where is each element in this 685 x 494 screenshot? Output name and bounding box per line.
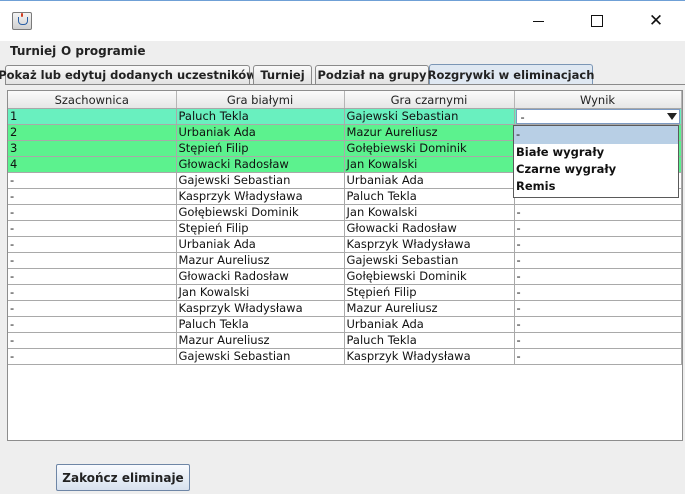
black-player-cell[interactable]: Kasprzyk Władysława xyxy=(344,236,515,253)
black-player-cell[interactable]: Paluch Tekla xyxy=(344,332,515,349)
table-row[interactable]: - Paluch Tekla Urbaniak Ada - xyxy=(8,316,682,333)
white-player-cell[interactable]: Paluch Tekla xyxy=(176,316,345,333)
white-player-cell[interactable]: Stępień Filip xyxy=(176,220,345,237)
board-cell[interactable]: - xyxy=(8,300,177,317)
table-row[interactable]: - Mazur Aureliusz Gajewski Sebastian - xyxy=(8,252,682,269)
java-app-icon xyxy=(12,12,32,30)
result-dropdown-list: - Białe wygrały Czarne wygrały Remis xyxy=(513,125,679,198)
column-header-result[interactable]: Wynik xyxy=(514,91,682,109)
white-player-cell[interactable]: Stępień Filip xyxy=(176,140,345,157)
board-cell[interactable]: - xyxy=(8,252,177,269)
board-cell[interactable]: - xyxy=(8,284,177,301)
menu-bar: Turniej O programie xyxy=(0,40,685,62)
result-cell[interactable]: - xyxy=(514,268,682,285)
table-row[interactable]: - Jan Kowalski Stępień Filip - xyxy=(8,284,682,301)
maximize-button[interactable] xyxy=(568,1,626,41)
board-cell[interactable]: 2 xyxy=(8,124,177,141)
table-row[interactable]: - Gajewski Sebastian Kasprzyk Władysława - xyxy=(8,348,682,365)
black-player-cell[interactable]: Paluch Tekla xyxy=(344,188,515,205)
result-cell[interactable]: - xyxy=(514,252,682,269)
result-option-draw[interactable]: Remis xyxy=(514,178,678,195)
tab-elimination-games[interactable]: Rozgrywki w eliminacjach xyxy=(428,64,594,85)
white-player-cell[interactable]: Gajewski Sebastian xyxy=(176,172,345,189)
column-header-white[interactable]: Gra białymi xyxy=(176,91,345,109)
black-player-cell[interactable]: Jan Kowalski xyxy=(344,204,515,221)
board-cell[interactable]: - xyxy=(8,316,177,333)
result-option-none[interactable]: - xyxy=(514,126,678,144)
close-icon: ✕ xyxy=(648,11,664,31)
table-row[interactable]: - Głowacki Radosław Gołębiewski Dominik - xyxy=(8,268,682,285)
black-player-cell[interactable]: Gajewski Sebastian xyxy=(344,108,515,125)
table-row[interactable]: - Kasprzyk Władysława Mazur Aureliusz - xyxy=(8,300,682,317)
black-player-cell[interactable]: Gołębiewski Dominik xyxy=(344,268,515,285)
close-button[interactable]: ✕ xyxy=(627,1,685,41)
result-cell[interactable]: - xyxy=(514,332,682,349)
result-cell[interactable]: - xyxy=(514,284,682,301)
result-combo-box[interactable]: - xyxy=(515,109,680,124)
board-cell[interactable]: 1 xyxy=(8,108,177,125)
board-cell[interactable]: 3 xyxy=(8,140,177,157)
board-cell[interactable]: - xyxy=(8,188,177,205)
board-cell[interactable]: - xyxy=(8,268,177,285)
board-cell[interactable]: 4 xyxy=(8,156,177,173)
result-cell[interactable]: - xyxy=(514,204,682,221)
table-row[interactable]: - Stępień Filip Głowacki Radosław - xyxy=(8,220,682,237)
black-player-cell[interactable]: Głowacki Radosław xyxy=(344,220,515,237)
white-player-cell[interactable]: Paluch Tekla xyxy=(176,108,345,125)
board-cell[interactable]: - xyxy=(8,236,177,253)
black-player-cell[interactable]: Urbaniak Ada xyxy=(344,316,515,333)
white-player-cell[interactable]: Mazur Aureliusz xyxy=(176,252,345,269)
board-cell[interactable]: - xyxy=(8,172,177,189)
board-cell[interactable]: - xyxy=(8,348,177,365)
white-player-cell[interactable]: Głowacki Radosław xyxy=(176,156,345,173)
chevron-down-icon[interactable] xyxy=(666,113,677,120)
table-row[interactable]: - Mazur Aureliusz Paluch Tekla - xyxy=(8,332,682,349)
minimize-icon xyxy=(532,20,544,22)
white-player-cell[interactable]: Gajewski Sebastian xyxy=(176,348,345,365)
white-player-cell[interactable]: Kasprzyk Władysława xyxy=(176,300,345,317)
minimize-button[interactable] xyxy=(509,1,567,41)
result-cell[interactable]: - xyxy=(514,220,682,237)
title-bar: ✕ xyxy=(0,0,685,41)
board-cell[interactable]: - xyxy=(8,332,177,349)
white-player-cell[interactable]: Głowacki Radosław xyxy=(176,268,345,285)
black-player-cell[interactable]: Mazur Aureliusz xyxy=(344,300,515,317)
black-player-cell[interactable]: Gołębiewski Dominik xyxy=(344,140,515,157)
white-player-cell[interactable]: Mazur Aureliusz xyxy=(176,332,345,349)
board-cell[interactable]: - xyxy=(8,204,177,221)
tab-panel-border xyxy=(5,84,685,85)
white-player-cell[interactable]: Kasprzyk Władysława xyxy=(176,188,345,205)
tab-groups[interactable]: Podział na grupy xyxy=(315,65,429,84)
black-player-cell[interactable]: Gajewski Sebastian xyxy=(344,252,515,269)
black-player-cell[interactable]: Jan Kowalski xyxy=(344,156,515,173)
black-player-cell[interactable]: Kasprzyk Władysława xyxy=(344,348,515,365)
black-player-cell[interactable]: Stępień Filip xyxy=(344,284,515,301)
white-player-cell[interactable]: Urbaniak Ada xyxy=(176,236,345,253)
finish-eliminations-button[interactable]: Zakończ eliminaje xyxy=(56,464,190,491)
result-cell[interactable]: - xyxy=(514,300,682,317)
white-player-cell[interactable]: Urbaniak Ada xyxy=(176,124,345,141)
result-cell[interactable]: - xyxy=(514,236,682,253)
column-header-black[interactable]: Gra czarnymi xyxy=(344,91,515,109)
black-player-cell[interactable]: Mazur Aureliusz xyxy=(344,124,515,141)
result-option-white-won[interactable]: Białe wygrały xyxy=(514,144,678,161)
table-row[interactable]: - Urbaniak Ada Kasprzyk Władysława - xyxy=(8,236,682,253)
result-cell[interactable]: - xyxy=(514,316,682,333)
column-header-board[interactable]: Szachownica xyxy=(8,91,177,109)
result-combo-value: - xyxy=(520,110,525,124)
tab-tournament[interactable]: Turniej xyxy=(253,65,312,84)
white-player-cell[interactable]: Jan Kowalski xyxy=(176,284,345,301)
menu-o-programie[interactable]: O programie xyxy=(61,44,146,58)
table-row[interactable]: 1 Paluch Tekla Gajewski Sebastian - xyxy=(8,108,682,125)
black-player-cell[interactable]: Urbaniak Ada xyxy=(344,172,515,189)
menu-turniej[interactable]: Turniej xyxy=(10,44,56,58)
result-option-black-won[interactable]: Czarne wygrały xyxy=(514,161,678,178)
maximize-icon xyxy=(591,15,603,27)
result-cell[interactable]: - xyxy=(514,108,682,125)
tab-participants[interactable]: Pokaż lub edytuj dodanych uczestników xyxy=(0,65,257,84)
result-cell[interactable]: - xyxy=(514,348,682,365)
table-row[interactable]: - Gołębiewski Dominik Jan Kowalski - xyxy=(8,204,682,221)
white-player-cell[interactable]: Gołębiewski Dominik xyxy=(176,204,345,221)
board-cell[interactable]: - xyxy=(8,220,177,237)
